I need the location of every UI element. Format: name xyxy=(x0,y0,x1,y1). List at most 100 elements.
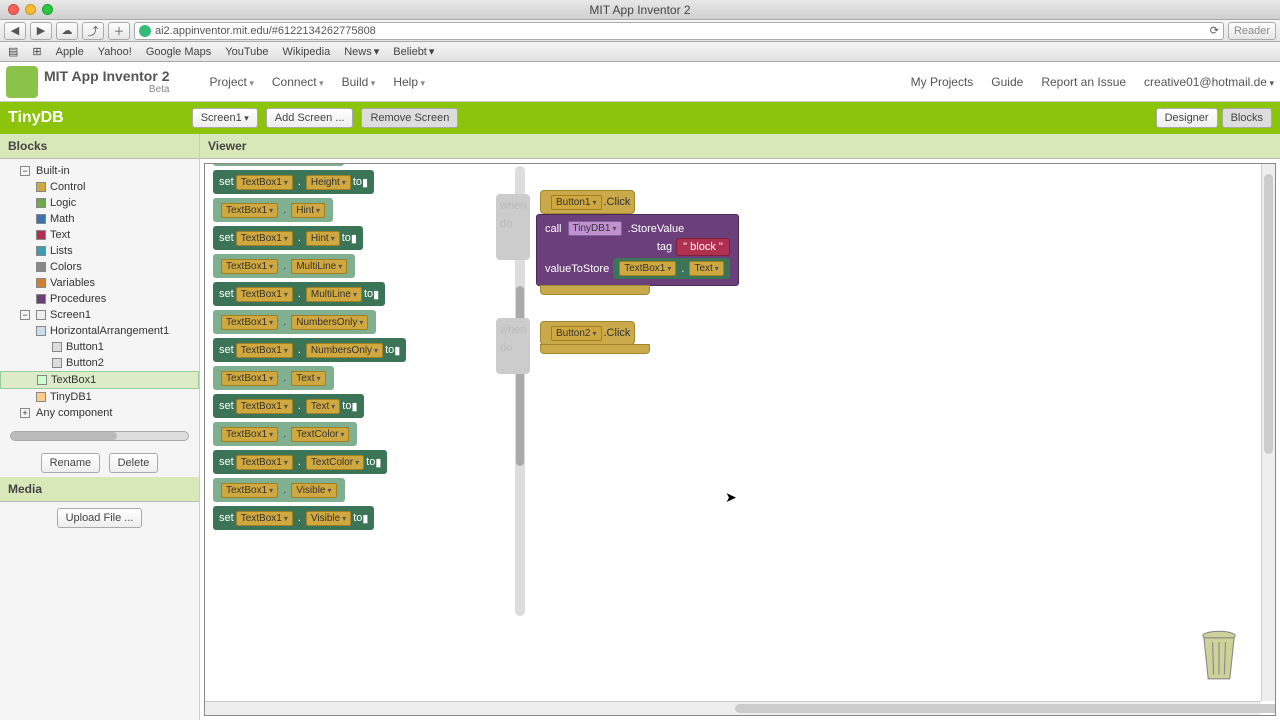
set-text-block[interactable]: set TextBox1.Text to ▮ xyxy=(213,394,364,418)
screen-dropdown[interactable]: Screen1 xyxy=(192,108,258,128)
bookmark-wikipedia[interactable]: Wikipedia xyxy=(283,46,331,58)
tree-harr[interactable]: HorizontalArrangement1 xyxy=(0,323,199,339)
top-links: My Projects Guide Report an Issue creati… xyxy=(911,75,1274,89)
beta-label: Beta xyxy=(44,84,169,95)
call-tinydb-storevalue[interactable]: call TinyDB1 .StoreValue tag " block " v… xyxy=(536,214,739,286)
get-numbersonly-block[interactable]: TextBox1.NumbersOnly xyxy=(213,310,376,334)
window-title: MIT App Inventor 2 xyxy=(0,3,1280,17)
menu-project[interactable]: Project xyxy=(209,75,253,89)
get-hint-block[interactable]: TextBox1.Hint xyxy=(213,198,333,222)
project-name: TinyDB xyxy=(8,109,64,127)
add-screen-button[interactable]: Add Screen ... xyxy=(266,108,354,128)
tree-textbox1[interactable]: TextBox1 xyxy=(0,371,199,389)
app-brand: MIT App Inventor 2 xyxy=(44,68,169,84)
reload-icon[interactable]: ⟳ xyxy=(1210,24,1219,37)
tree-anycomponent[interactable]: +Any component xyxy=(0,405,199,421)
url-text: ai2.appinventor.mit.edu/#612213426277580… xyxy=(155,25,376,37)
tree-button2[interactable]: Button2 xyxy=(0,355,199,371)
window-titlebar: MIT App Inventor 2 xyxy=(0,0,1280,20)
set-numbersonly-block[interactable]: set TextBox1.NumbersOnly to ▮ xyxy=(213,338,406,362)
when-hint2: when do xyxy=(496,318,530,374)
share-button[interactable]: ⤴ xyxy=(82,22,104,40)
main-area: Blocks −Built-in ControlLogicMathTextLis… xyxy=(0,134,1280,720)
trash-icon[interactable] xyxy=(1197,627,1241,681)
tree-cat-procedures[interactable]: Procedures xyxy=(0,291,199,307)
tree-cat-variables[interactable]: Variables xyxy=(0,275,199,291)
get-textcolor-block[interactable]: TextBox1.TextColor xyxy=(213,422,357,446)
set-visible-block[interactable]: set TextBox1.Visible to ▮ xyxy=(213,506,374,530)
site-icon xyxy=(139,25,151,37)
set-height-block[interactable]: set TextBox1.Height to ▮ xyxy=(213,170,374,194)
workspace[interactable]: when do Button1 .Click call TinyDB1 .Sto… xyxy=(540,190,739,354)
link-myprojects[interactable]: My Projects xyxy=(911,75,974,89)
event-button2-click[interactable]: Button2 .Click xyxy=(540,321,635,345)
delete-button[interactable]: Delete xyxy=(109,453,159,473)
back-button[interactable]: ◀ xyxy=(4,22,26,40)
icloud-button[interactable]: ☁ xyxy=(56,22,78,40)
tree-cat-text[interactable]: Text xyxy=(0,227,199,243)
designer-button[interactable]: Designer xyxy=(1156,108,1218,128)
block-palette: TextBox1.Height set TextBox1.Height to ▮ T… xyxy=(213,164,513,534)
bookmark-beliebt[interactable]: Beliebt ▾ xyxy=(393,45,434,58)
link-guide[interactable]: Guide xyxy=(991,75,1023,89)
app-header: MIT App Inventor 2 Beta Project Connect … xyxy=(0,62,1280,102)
canvas-vscroll[interactable] xyxy=(1261,164,1275,701)
bookmark-news[interactable]: News ▾ xyxy=(344,45,379,58)
when-hint: when do xyxy=(496,194,530,260)
tree-button1[interactable]: Button1 xyxy=(0,339,199,355)
sidebar-icon[interactable]: ▤ xyxy=(8,45,18,58)
get-visible-block[interactable]: TextBox1.Visible xyxy=(213,478,345,502)
project-bar: TinyDB Screen1 Add Screen ... Remove Scr… xyxy=(0,102,1280,134)
event-button1-click[interactable]: Button1 .Click xyxy=(540,190,635,214)
address-bar[interactable]: ai2.appinventor.mit.edu/#612213426277580… xyxy=(134,22,1224,40)
tree-cat-control[interactable]: Control xyxy=(0,179,199,195)
tree-cat-colors[interactable]: Colors xyxy=(0,259,199,275)
reader-button[interactable]: Reader xyxy=(1228,22,1276,40)
account-menu[interactable]: creative01@hotmail.de xyxy=(1144,75,1274,89)
tree-builtin[interactable]: −Built-in xyxy=(0,163,199,179)
blocks-sidebar: Blocks −Built-in ControlLogicMathTextLis… xyxy=(0,134,200,720)
menu-help[interactable]: Help xyxy=(393,75,425,89)
get-text-block[interactable]: TextBox1.Text xyxy=(213,366,334,390)
rename-button[interactable]: Rename xyxy=(41,453,101,473)
forward-button[interactable]: ▶ xyxy=(30,22,52,40)
canvas-hscroll[interactable] xyxy=(205,701,1261,715)
app-logo xyxy=(6,66,38,98)
sidebar-scroll[interactable] xyxy=(10,431,189,441)
menu-build[interactable]: Build xyxy=(342,75,376,89)
tree-tinydb1[interactable]: TinyDB1 xyxy=(0,389,199,405)
browser-toolbar: ◀ ▶ ☁ ⤴ ＋ ai2.appinventor.mit.edu/#61221… xyxy=(0,20,1280,42)
blocks-button[interactable]: Blocks xyxy=(1222,108,1272,128)
get-multiline-block[interactable]: TextBox1.MultiLine xyxy=(213,254,355,278)
menu-connect[interactable]: Connect xyxy=(272,75,324,89)
bookmark-gmaps[interactable]: Google Maps xyxy=(146,46,211,58)
bookmark-apple[interactable]: Apple xyxy=(56,46,84,58)
canvas[interactable]: TextBox1.Height set TextBox1.Height to ▮ T… xyxy=(204,163,1276,716)
blocks-tree: −Built-in ControlLogicMathTextListsColor… xyxy=(0,159,199,425)
tree-cat-math[interactable]: Math xyxy=(0,211,199,227)
bookmark-youtube[interactable]: YouTube xyxy=(225,46,268,58)
event2-body-stub xyxy=(540,344,650,354)
tree-cat-lists[interactable]: Lists xyxy=(0,243,199,259)
link-report[interactable]: Report an Issue xyxy=(1041,75,1126,89)
set-hint-block[interactable]: set TextBox1.Hint to ▮ xyxy=(213,226,363,250)
viewer-panel: Viewer TextBox1.Height set TextBox1.Heigh… xyxy=(200,134,1280,720)
remove-screen-button[interactable]: Remove Screen xyxy=(361,108,458,128)
grid-icon[interactable]: ⊞ xyxy=(32,45,41,58)
blocks-panel-title: Blocks xyxy=(0,134,199,159)
set-textcolor-block[interactable]: set TextBox1.TextColor to ▮ xyxy=(213,450,387,474)
upload-file-button[interactable]: Upload File ... xyxy=(57,508,143,528)
bookmarks-bar: ▤ ⊞ Apple Yahoo! Google Maps YouTube Wik… xyxy=(0,42,1280,62)
media-panel-title: Media xyxy=(0,477,199,502)
top-menu: Project Connect Build Help xyxy=(209,75,425,89)
text-literal-block[interactable]: " block " xyxy=(676,238,730,256)
set-multiline-block[interactable]: set TextBox1.MultiLine to ▮ xyxy=(213,282,385,306)
viewer-title: Viewer xyxy=(200,134,1280,159)
get-height-block[interactable]: TextBox1.Height xyxy=(213,164,344,166)
get-textbox-text[interactable]: TextBox1.Text xyxy=(613,258,730,279)
tree-cat-logic[interactable]: Logic xyxy=(0,195,199,211)
add-button[interactable]: ＋ xyxy=(108,22,130,40)
tree-screen1[interactable]: −Screen1 xyxy=(0,307,199,323)
bookmark-yahoo[interactable]: Yahoo! xyxy=(98,46,132,58)
mouse-cursor: ➤ xyxy=(725,489,737,506)
